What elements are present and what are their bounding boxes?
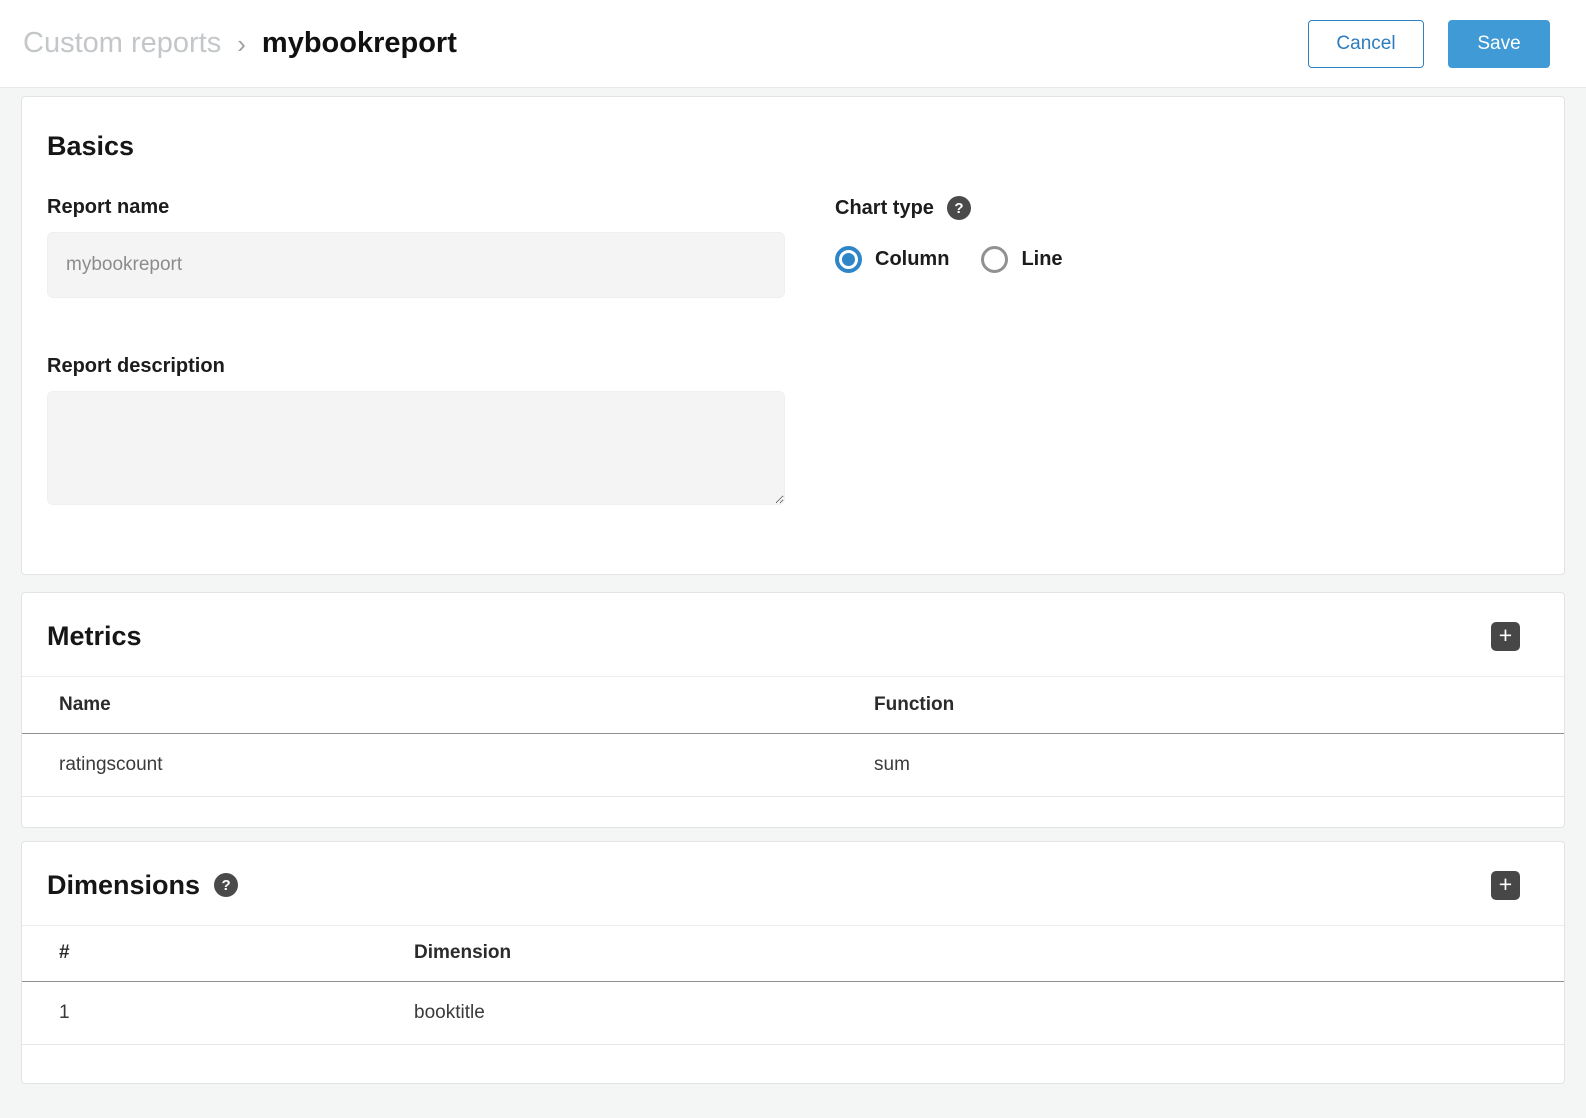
header-actions: Cancel Save <box>1308 20 1550 68</box>
radio-option-label: Line <box>1021 248 1062 271</box>
radio-option-label: Column <box>875 248 949 271</box>
dimensions-title-text: Dimensions <box>47 870 200 901</box>
metrics-card: Metrics + Name Function ratingscount sum <box>21 592 1565 828</box>
metrics-card-head: Metrics + <box>22 593 1564 677</box>
page-body: Basics Report name Report description Ch… <box>0 88 1586 1097</box>
chart-type-option-line[interactable]: Line <box>981 246 1062 273</box>
dimensions-table: # Dimension 1 booktitle <box>22 926 1564 1046</box>
dimensions-column-header-dimension: Dimension <box>377 926 1564 982</box>
chart-type-label: Chart type <box>835 197 934 220</box>
radio-button-icon <box>835 246 862 273</box>
basics-card: Basics Report name Report description Ch… <box>21 96 1565 575</box>
chart-type-radio-group: Column Line <box>835 246 1063 273</box>
report-name-input[interactable] <box>47 232 785 298</box>
metrics-header-row: Name Function <box>22 677 1564 733</box>
chevron-right-icon: › <box>237 29 246 60</box>
dimensions-header-row: # Dimension <box>22 926 1564 982</box>
dimensions-title: Dimensions ? <box>47 870 238 901</box>
basics-right-column: Chart type ? Column Line <box>835 196 1063 505</box>
metrics-title: Metrics <box>47 621 142 652</box>
table-row[interactable]: 1 booktitle <box>22 982 1564 1045</box>
dimension-name-cell: booktitle <box>377 982 1564 1045</box>
dimensions-card-head: Dimensions ? + <box>22 842 1564 926</box>
save-button[interactable]: Save <box>1448 20 1550 68</box>
dimension-index-cell: 1 <box>22 982 377 1045</box>
header: Custom reports › mybookreport Cancel Sav… <box>0 0 1586 88</box>
basics-columns: Report name Report description Chart typ… <box>47 196 1539 505</box>
table-row[interactable]: ratingscount sum <box>22 733 1564 796</box>
basics-title: Basics <box>47 131 1539 162</box>
metric-name-cell: ratingscount <box>22 733 837 796</box>
chart-type-header: Chart type ? <box>835 196 1063 220</box>
basics-left-column: Report name Report description <box>47 196 785 505</box>
breadcrumb-parent-link[interactable]: Custom reports <box>23 27 221 60</box>
plus-icon: + <box>1499 873 1512 896</box>
report-description-label: Report description <box>47 355 785 378</box>
help-icon[interactable]: ? <box>214 873 238 897</box>
metrics-column-header-function: Function <box>837 677 1564 733</box>
add-metric-button[interactable]: + <box>1491 622 1520 651</box>
report-name-label: Report name <box>47 196 785 219</box>
breadcrumb: Custom reports › mybookreport <box>23 27 457 60</box>
dimensions-column-header-index: # <box>22 926 377 982</box>
plus-icon: + <box>1499 624 1512 647</box>
metric-function-cell: sum <box>837 733 1564 796</box>
help-icon[interactable]: ? <box>947 196 971 220</box>
add-dimension-button[interactable]: + <box>1491 871 1520 900</box>
metrics-column-header-name: Name <box>22 677 837 733</box>
chart-type-option-column[interactable]: Column <box>835 246 949 273</box>
report-description-input[interactable] <box>47 391 785 505</box>
metrics-table: Name Function ratingscount sum <box>22 677 1564 797</box>
cancel-button[interactable]: Cancel <box>1308 20 1424 68</box>
dimensions-card: Dimensions ? + # Dimension 1 booktitle <box>21 841 1565 1085</box>
metrics-title-text: Metrics <box>47 621 142 652</box>
page-title: mybookreport <box>262 27 457 60</box>
radio-button-icon <box>981 246 1008 273</box>
